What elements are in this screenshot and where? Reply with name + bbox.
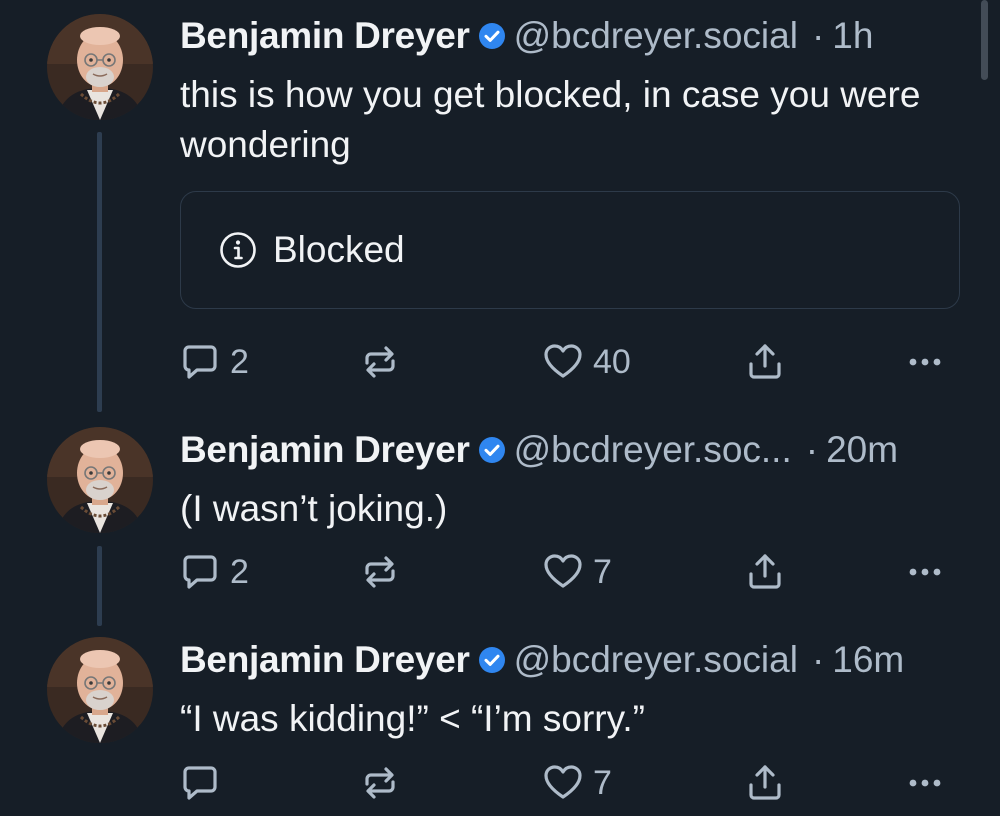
author-name[interactable]: Benjamin Dreyer [180,12,470,60]
author-name[interactable]: Benjamin Dreyer [180,636,470,684]
author-handle[interactable]: @bcdreyer.social [514,636,798,684]
separator: · [811,639,825,680]
share-button[interactable] [745,552,785,592]
action-bar: 2 7 [0,552,1000,592]
action-bar: 7 [0,763,1000,803]
embed-label: Blocked [273,229,405,270]
repost-icon [360,342,400,382]
post-header: Benjamin Dreyer @bcdreyer.social · 16m [180,636,962,684]
verified-icon [478,22,506,50]
like-icon [543,552,583,592]
post-text: this is how you get blocked, in case you… [180,74,921,165]
more-icon [905,342,945,382]
info-icon [219,231,257,269]
like-icon [543,342,583,382]
blocked-embed[interactable]: Blocked [180,191,960,309]
post-header: Benjamin Dreyer @bcdreyer.social · 1h [180,12,962,60]
reply-count: 2 [230,342,249,381]
share-icon [745,763,785,803]
avatar[interactable] [47,637,153,743]
more-icon [905,763,945,803]
reply-icon [180,552,220,592]
like-button[interactable]: 7 [543,552,612,592]
post-time[interactable]: 20m [826,426,898,474]
post[interactable]: Benjamin Dreyer @bcdreyer.social · 16m “… [0,630,1000,816]
more-icon [905,552,945,592]
avatar[interactable] [47,14,153,120]
verified-icon [478,436,506,464]
author-name[interactable]: Benjamin Dreyer [180,426,470,474]
post[interactable]: Benjamin Dreyer @bcdreyer.social · 1h th… [0,0,1000,420]
reply-icon [180,763,220,803]
thread-feed: Benjamin Dreyer @bcdreyer.social · 1h th… [0,0,1000,816]
post[interactable]: Benjamin Dreyer @bcdreyer.soc... · 20m (… [0,420,1000,630]
share-button[interactable] [745,763,785,803]
reply-count: 2 [230,552,249,591]
like-count: 7 [593,763,612,802]
reply-button[interactable]: 2 [180,342,249,382]
like-count: 40 [593,342,631,381]
post-time[interactable]: 16m [832,636,904,684]
avatar[interactable] [47,427,153,533]
post-text: “I was kidding!” < “I’m sorry.” [180,698,645,739]
like-icon [543,763,583,803]
scrollbar[interactable] [981,0,988,80]
action-bar: 2 40 [0,342,1000,382]
separator: · [811,15,825,56]
share-icon [745,552,785,592]
reply-button[interactable]: 2 [180,552,249,592]
repost-icon [360,763,400,803]
reply-button[interactable] [180,763,230,803]
author-handle[interactable]: @bcdreyer.soc... [514,426,792,474]
more-button[interactable] [905,342,945,382]
repost-button[interactable] [360,763,400,803]
repost-button[interactable] [360,552,400,592]
share-icon [745,342,785,382]
reply-icon [180,342,220,382]
post-header: Benjamin Dreyer @bcdreyer.soc... · 20m [180,426,962,474]
like-button[interactable]: 40 [543,342,631,382]
repost-button[interactable] [360,342,400,382]
like-button[interactable]: 7 [543,763,612,803]
like-count: 7 [593,552,612,591]
more-button[interactable] [905,552,945,592]
post-text: (I wasn’t joking.) [180,488,448,529]
share-button[interactable] [745,342,785,382]
verified-icon [478,646,506,674]
more-button[interactable] [905,763,945,803]
author-handle[interactable]: @bcdreyer.social [514,12,798,60]
post-time[interactable]: 1h [832,12,873,60]
repost-icon [360,552,400,592]
separator: · [805,429,819,470]
